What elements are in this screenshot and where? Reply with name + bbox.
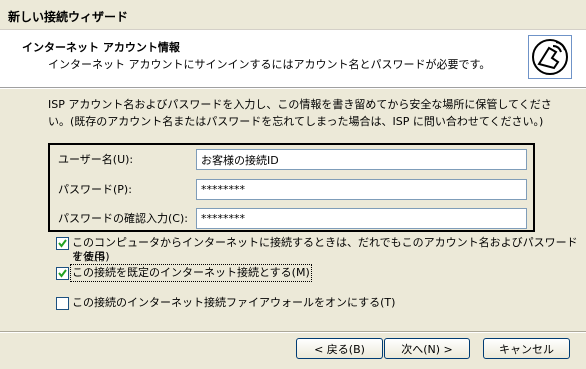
firewall-label[interactable]: この接続のインターネット接続ファイアウォールをオンにする(T) xyxy=(72,296,395,310)
back-button[interactable]: < 戻る(B) xyxy=(296,338,383,359)
shared-account-label[interactable]: このコンピュータからインターネットに接続するときは、だれでもこのアカウント名およ… xyxy=(72,236,586,264)
cancel-button[interactable]: キャンセル xyxy=(483,338,570,359)
window-title: 新しい接続ウィザード xyxy=(8,10,129,24)
intro-text: ISP アカウント名およびパスワードを入力し、この情報を書き留めてから安全な場所… xyxy=(48,98,552,128)
next-button[interactable]: 次へ(N) > xyxy=(384,338,470,359)
default-connection-checkbox[interactable] xyxy=(56,267,69,280)
header-subtitle: インターネット アカウントにサインインするにはアカウント名とパスワードが必要です… xyxy=(48,58,491,71)
check-icon xyxy=(58,269,67,278)
phone-connection-icon xyxy=(528,35,572,79)
wizard-header: インターネット アカウント情報 インターネット アカウントにサインインするにはア… xyxy=(0,30,586,88)
shared-account-checkbox[interactable] xyxy=(56,237,69,250)
default-connection-label[interactable]: この接続を既定のインターネット接続とする(M) xyxy=(70,264,312,282)
password-field[interactable] xyxy=(196,179,527,200)
footer-separator xyxy=(0,331,586,333)
confirm-password-label: パスワードの確認入力(C): xyxy=(58,212,188,225)
username-label: ユーザー名(U): xyxy=(58,153,134,166)
title-bar: 新しい接続ウィザード xyxy=(0,0,586,30)
username-field[interactable] xyxy=(196,149,527,170)
confirm-password-field[interactable] xyxy=(196,208,527,229)
shared-account-label-continued[interactable]: する(S) xyxy=(72,250,110,264)
header-divider xyxy=(0,88,586,89)
password-label: パスワード(P): xyxy=(58,183,132,196)
check-icon xyxy=(58,239,67,248)
header-title: インターネット アカウント情報 xyxy=(22,41,180,54)
credentials-group: ユーザー名(U): パスワード(P): パスワードの確認入力(C): xyxy=(48,143,535,232)
firewall-checkbox[interactable] xyxy=(56,297,69,310)
